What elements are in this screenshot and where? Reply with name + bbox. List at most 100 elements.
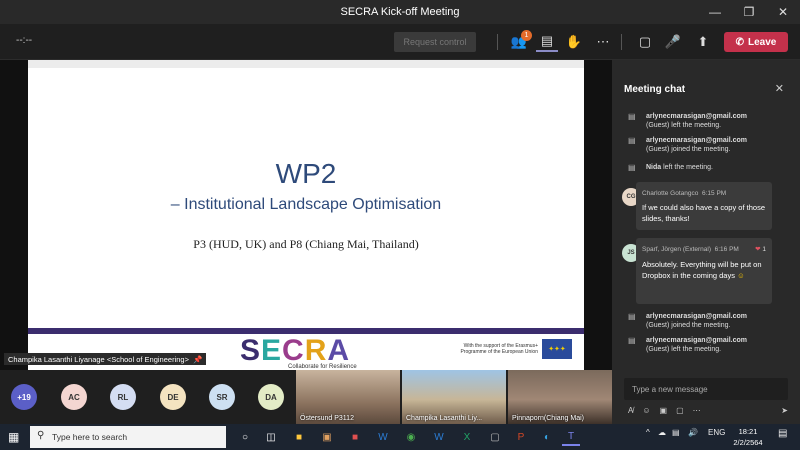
chevron-up-icon[interactable]: ^ <box>646 428 650 437</box>
request-control-button[interactable]: Request control <box>394 32 476 52</box>
participant-avatar[interactable]: DA <box>258 384 284 410</box>
search-placeholder: Type here to search <box>52 432 128 442</box>
chat-header: Meeting chat <box>624 84 686 95</box>
system-message-text: (Guest) joined the meeting. <box>646 322 731 329</box>
phone-icon: ✆ <box>735 36 745 48</box>
cloud-icon[interactable]: ☁ <box>658 428 666 437</box>
video-tile[interactable]: Östersund P3112 <box>296 370 400 424</box>
powerpoint-icon[interactable]: P <box>512 428 530 446</box>
erasmus-text: With the support of the Erasmus+ Program… <box>460 343 538 355</box>
presenter-name: Champika Lasanthi Liyanage <School of En… <box>8 354 189 364</box>
volume-icon[interactable]: 🔊 <box>688 428 698 437</box>
participant-avatar[interactable]: RL <box>110 384 136 410</box>
message-text: If we could also have a copy of those sl… <box>642 203 765 223</box>
mic-off-icon[interactable]: 🎤 <box>662 32 684 52</box>
participant-avatar[interactable]: DE <box>160 384 186 410</box>
system-message-text: (Guest) joined the meeting. <box>646 146 731 153</box>
join-event-icon: ▤ <box>628 136 636 145</box>
clock-date: 2/2/2564 <box>733 438 763 447</box>
leave-event-icon: ▤ <box>628 336 636 345</box>
emoji-icon[interactable]: ☺ <box>642 406 650 415</box>
shared-content-stage: WP2 – Institutional Landscape Optimisati… <box>0 60 612 370</box>
meeting-timer: --:-- <box>16 35 33 46</box>
word-icon[interactable]: W <box>430 428 448 446</box>
notifications-icon[interactable]: ▤ <box>778 428 787 439</box>
video-tile-label: Pinnaporn(Chiang Mai) <box>512 415 584 422</box>
slide-header-bar <box>28 60 584 68</box>
message-compose-box[interactable]: Type a new message <box>624 378 788 400</box>
meeting-chat-panel: Meeting chat ✕ ▤ arlynecmarasigan@gmail.… <box>612 60 800 424</box>
system-clock[interactable]: 18:21 2/2/2564 <box>728 426 768 448</box>
participants-badge: 1 <box>521 30 532 41</box>
pin-icon[interactable]: 📌 <box>193 355 202 364</box>
erasmus-support: With the support of the Erasmus+ Program… <box>452 338 576 360</box>
leave-button[interactable]: ✆ Leave <box>724 32 788 52</box>
close-icon[interactable]: ✕ <box>766 0 800 24</box>
system-message-name: arlynecmarasigan@gmail.com <box>646 337 747 344</box>
chat-message[interactable]: Charlotte Gotangco 6:15 PM If we could a… <box>636 182 772 230</box>
leave-event-icon: ▤ <box>628 112 636 121</box>
taskbar-search[interactable]: ⚲ Type here to search <box>30 426 226 448</box>
slide-partners: P3 (HUD, UK) and P8 (Chiang Mai, Thailan… <box>193 237 419 251</box>
input-language[interactable]: ENG <box>708 428 725 437</box>
close-icon[interactable]: ✕ <box>775 82 784 95</box>
minimize-icon[interactable]: — <box>698 0 732 24</box>
app-icon[interactable]: ■ <box>346 428 364 446</box>
video-tile[interactable]: Pinnaporn(Chiang Mai) <box>508 370 612 424</box>
presenter-name-tag: Champika Lasanthi Liyanage <School of En… <box>4 353 207 365</box>
reaction-count: 1 <box>762 246 766 253</box>
overflow-participants[interactable]: +19 <box>11 384 37 410</box>
raise-hand-icon[interactable]: ✋ <box>563 32 585 52</box>
system-message-name: arlynecmarasigan@gmail.com <box>646 313 747 320</box>
edge-icon[interactable]: ◐ <box>538 428 556 446</box>
participant-roster: +19 AC RL DE SR DA Östersund P3112 Champ… <box>0 370 612 424</box>
toolbar-separator <box>621 34 622 50</box>
leave-label: Leave <box>748 36 777 48</box>
app-icon[interactable]: ▢ <box>486 428 504 446</box>
participants-icon[interactable]: 👥 1 <box>508 30 532 52</box>
teams-icon[interactable]: T <box>562 428 580 446</box>
participant-avatar[interactable]: SR <box>209 384 235 410</box>
word-icon[interactable]: W <box>374 428 392 446</box>
eu-flag-icon: ✦✦✦ <box>542 339 572 359</box>
system-message-name: arlynecmarasigan@gmail.com <box>646 113 747 120</box>
message-author: Sparf, Jörgen (External) <box>642 246 712 253</box>
title-bar: SECRA Kick-off Meeting — ❐ ✕ <box>0 0 800 24</box>
presentation-slide: WP2 – Institutional Landscape Optimisati… <box>28 60 584 370</box>
camera-off-icon[interactable]: ▢ <box>634 32 656 52</box>
heart-reaction-icon[interactable]: ❤ 1 <box>755 244 766 255</box>
system-message: ▤ Nida left the meeting. <box>628 163 788 172</box>
windows-start-icon[interactable]: ▦ <box>8 430 22 444</box>
chrome-icon[interactable]: ◉ <box>402 428 420 446</box>
share-screen-icon[interactable]: ⬆ <box>692 32 714 52</box>
network-icon[interactable]: ▤ <box>672 428 680 437</box>
more-options-icon[interactable]: ⋯ <box>592 32 614 52</box>
more-options-icon[interactable]: ⋯ <box>693 406 701 415</box>
compose-toolbar: A̸ ☺ ▣ ▢ ⋯ ➤ <box>628 406 788 415</box>
message-time: 6:15 PM <box>702 190 727 197</box>
join-event-icon: ▤ <box>628 312 636 321</box>
maximize-icon[interactable]: ❐ <box>732 0 766 24</box>
video-tile[interactable]: Champika Lasanthi Liy... <box>402 370 506 424</box>
chat-message[interactable]: Sparf, Jörgen (External) 6:16 PM ❤ 1 Abs… <box>636 238 772 304</box>
system-message: ▤ arlynecmarasigan@gmail.com (Guest) join… <box>628 312 788 330</box>
system-message-text: left the meeting. <box>663 164 713 171</box>
gif-icon[interactable]: ▣ <box>660 406 668 415</box>
sticker-icon[interactable]: ▢ <box>676 406 684 415</box>
system-message-text: (Guest) left the meeting. <box>646 346 722 353</box>
app-icon[interactable]: ▣ <box>318 428 336 446</box>
search-icon: ⚲ <box>37 430 45 441</box>
file-explorer-icon[interactable]: ■ <box>290 428 308 446</box>
system-message-text: (Guest) left the meeting. <box>646 122 722 129</box>
send-icon[interactable]: ➤ <box>781 406 788 415</box>
chat-icon[interactable]: ▤ <box>536 32 558 52</box>
task-view-icon[interactable]: ◫ <box>262 428 280 446</box>
excel-icon[interactable]: X <box>458 428 476 446</box>
format-icon[interactable]: A̸ <box>628 406 633 415</box>
cortana-icon[interactable]: ○ <box>236 428 254 446</box>
toolbar-separator <box>497 34 498 50</box>
participant-avatar[interactable]: AC <box>61 384 87 410</box>
system-message: ▤ arlynecmarasigan@gmail.com (Guest) join… <box>628 136 788 154</box>
message-time: 6:16 PM <box>714 246 739 253</box>
meeting-toolbar: --:-- Request control 👥 1 ▤ ✋ ⋯ ▢ 🎤 ⬆ ✆ L… <box>0 24 800 60</box>
